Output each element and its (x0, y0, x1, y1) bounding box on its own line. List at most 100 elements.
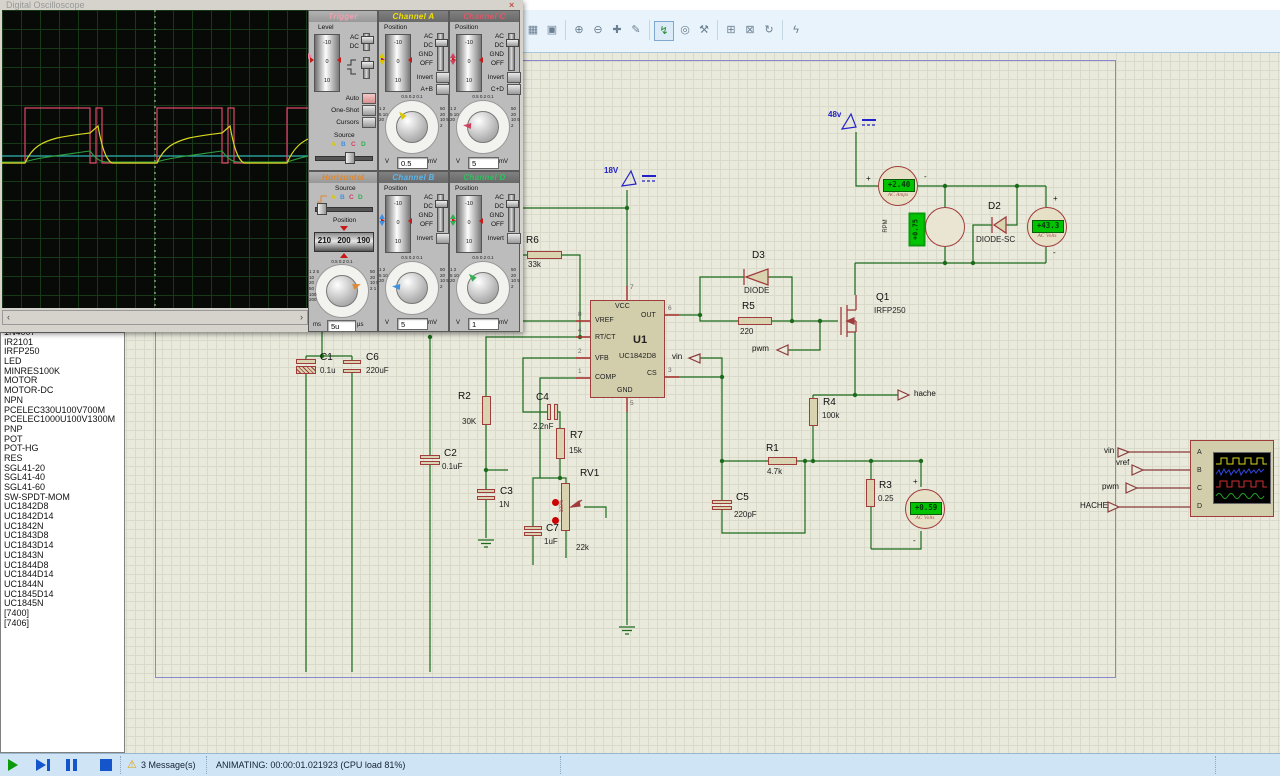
power-label-18v[interactable]: 18V (604, 166, 618, 175)
play-button[interactable] (8, 759, 18, 771)
channel-a-position-slider[interactable]: -10 0 10 (385, 34, 411, 92)
electrical-check-icon[interactable]: ϟ (787, 21, 805, 39)
parts-list[interactable]: 1N4007 IR2101 IRFP250 LED MINRES100K MOT… (0, 332, 125, 753)
horizontal-source-a[interactable]: A (331, 194, 336, 201)
rv1-decrease-button[interactable] (552, 517, 559, 524)
one-shot-button[interactable] (362, 105, 376, 116)
zoom-area-icon[interactable]: ✚ (608, 21, 626, 39)
power-flag-48v-icon[interactable] (840, 112, 876, 130)
edit-mode-icon[interactable]: ✎ (627, 21, 645, 39)
parts-item[interactable]: [7406] (1, 618, 124, 629)
cap-c5-plate2[interactable] (712, 506, 732, 510)
channel-b-value[interactable]: 5 (397, 318, 428, 330)
stop-button[interactable] (100, 759, 112, 771)
resistor-r3[interactable] (866, 479, 875, 507)
display-scrollbar[interactable]: ‹ › (2, 310, 308, 325)
source-d-label[interactable]: D (361, 141, 366, 148)
trigger-edge-switch[interactable] (361, 57, 374, 79)
channel-b-invert-button[interactable] (436, 233, 450, 244)
resistor-r2[interactable] (482, 396, 491, 425)
resistor-r4[interactable] (809, 398, 818, 426)
channel-d-position-slider[interactable]: -10 0 10 (456, 195, 482, 253)
cap-c5-plate[interactable] (712, 500, 732, 504)
channel-b-knob[interactable] (396, 272, 428, 304)
channel-a-invert-button[interactable] (436, 72, 450, 83)
cap-c3-plate2[interactable] (477, 496, 495, 500)
cap-c6-plate2[interactable] (343, 369, 361, 373)
oscilloscope-window[interactable]: Digital Oscilloscope × ‹ › Trigger Level… (0, 0, 523, 332)
delete-page-icon[interactable]: ⊠ (741, 21, 759, 39)
channel-a-value[interactable]: 0.5 (397, 157, 428, 169)
resistor-r6[interactable] (527, 251, 562, 259)
channel-c-invert-button[interactable] (507, 72, 521, 83)
power-label-48v[interactable]: 48v (828, 110, 841, 119)
zoom-out-icon[interactable]: ⊖ (589, 21, 607, 39)
step-button-bar[interactable] (47, 759, 50, 771)
cap-c1-plate2[interactable] (296, 366, 316, 374)
component-mode-icon[interactable]: ↯ (654, 21, 674, 41)
chip-u1[interactable]: VCC VREF RT/CT VFB COMP OUT CS GND U1 UC… (590, 300, 665, 398)
new-page-icon[interactable]: ⊞ (722, 21, 740, 39)
source-a-label[interactable]: A (331, 141, 336, 148)
cap-c7-plate[interactable] (524, 526, 542, 530)
mosfet-q1-symbol[interactable] (840, 295, 857, 337)
channel-b-position-slider[interactable]: -10 0 10 (385, 195, 411, 253)
rv1-increase-button[interactable] (552, 499, 559, 506)
cap-c6-plate[interactable] (343, 360, 361, 364)
power-flag-18v-icon[interactable] (620, 169, 656, 187)
cap-c1-plate[interactable] (296, 359, 316, 364)
cursors-button[interactable] (362, 117, 376, 128)
horizontal-source-c[interactable]: C (349, 194, 354, 201)
channel-d-invert-button[interactable] (507, 233, 521, 244)
timebase-value[interactable]: 5u (327, 320, 356, 332)
horizontal-position-display[interactable]: 210 200 190 (314, 232, 374, 252)
resistor-r1[interactable] (768, 457, 797, 465)
oscilloscope-display[interactable] (2, 10, 309, 308)
close-icon[interactable]: × (509, 0, 514, 10)
source-c-label[interactable]: C (351, 141, 356, 148)
paper-icon[interactable]: ▣ (543, 21, 561, 39)
terminal-arrows[interactable] (687, 344, 1145, 513)
diode-d3-symbol[interactable] (743, 268, 769, 286)
auto-button[interactable] (362, 93, 376, 104)
scroll-right-icon[interactable]: › (300, 312, 303, 322)
horizontal-source-b[interactable]: B (340, 194, 345, 201)
step-button[interactable] (36, 759, 46, 771)
diode-d2-symbol[interactable] (991, 215, 1007, 235)
resistor-r7[interactable] (556, 428, 565, 459)
source-b-label[interactable]: B (341, 141, 346, 148)
cap-c7-plate2[interactable] (524, 532, 542, 536)
horizontal-source-d[interactable]: D (358, 194, 363, 201)
trigger-source-slider[interactable] (315, 156, 373, 161)
cap-c2-plate2[interactable] (420, 461, 440, 465)
channel-c-position-slider[interactable]: -10 0 10 (456, 34, 482, 92)
horizontal-source-slider-thumb[interactable] (317, 203, 327, 215)
channel-d-coupling-switch[interactable] (506, 194, 519, 232)
resistor-r5[interactable] (738, 317, 772, 325)
cap-c3-plate[interactable] (477, 489, 495, 493)
trigger-source-slider-thumb[interactable] (345, 152, 355, 164)
trigger-level-slider[interactable]: -10 0 10 (314, 34, 340, 92)
tools-icon[interactable]: ⚒ (695, 21, 713, 39)
pause-button[interactable] (66, 759, 70, 771)
scroll-left-icon[interactable]: ‹ (7, 312, 10, 322)
channel-c-knob[interactable] (467, 111, 499, 143)
channel-c-value[interactable]: 5 (468, 157, 499, 169)
grid-icon[interactable]: ▦ (524, 21, 542, 39)
pause-button-bar2[interactable] (73, 759, 77, 771)
oscilloscope-block[interactable]: A B C D (1190, 440, 1274, 517)
find-component-icon[interactable]: ◎ (676, 21, 694, 39)
cap-c4-plate2[interactable] (554, 404, 558, 420)
dc-motor[interactable] (925, 207, 965, 247)
rotate-icon[interactable]: ↻ (760, 21, 778, 39)
channel-a-coupling-switch[interactable] (435, 33, 448, 71)
cap-c2-plate[interactable] (420, 455, 440, 459)
trigger-coupling-switch[interactable] (361, 33, 374, 51)
channel-c-coupling-switch[interactable] (506, 33, 519, 71)
timebase-knob[interactable] (326, 275, 358, 307)
channel-b-coupling-switch[interactable] (435, 194, 448, 232)
cap-c4-plate[interactable] (547, 404, 551, 420)
channel-d-value[interactable]: 1 (468, 318, 499, 330)
zoom-in-icon[interactable]: ⊕ (570, 21, 588, 39)
message-count[interactable]: 3 Message(s) (141, 760, 196, 770)
